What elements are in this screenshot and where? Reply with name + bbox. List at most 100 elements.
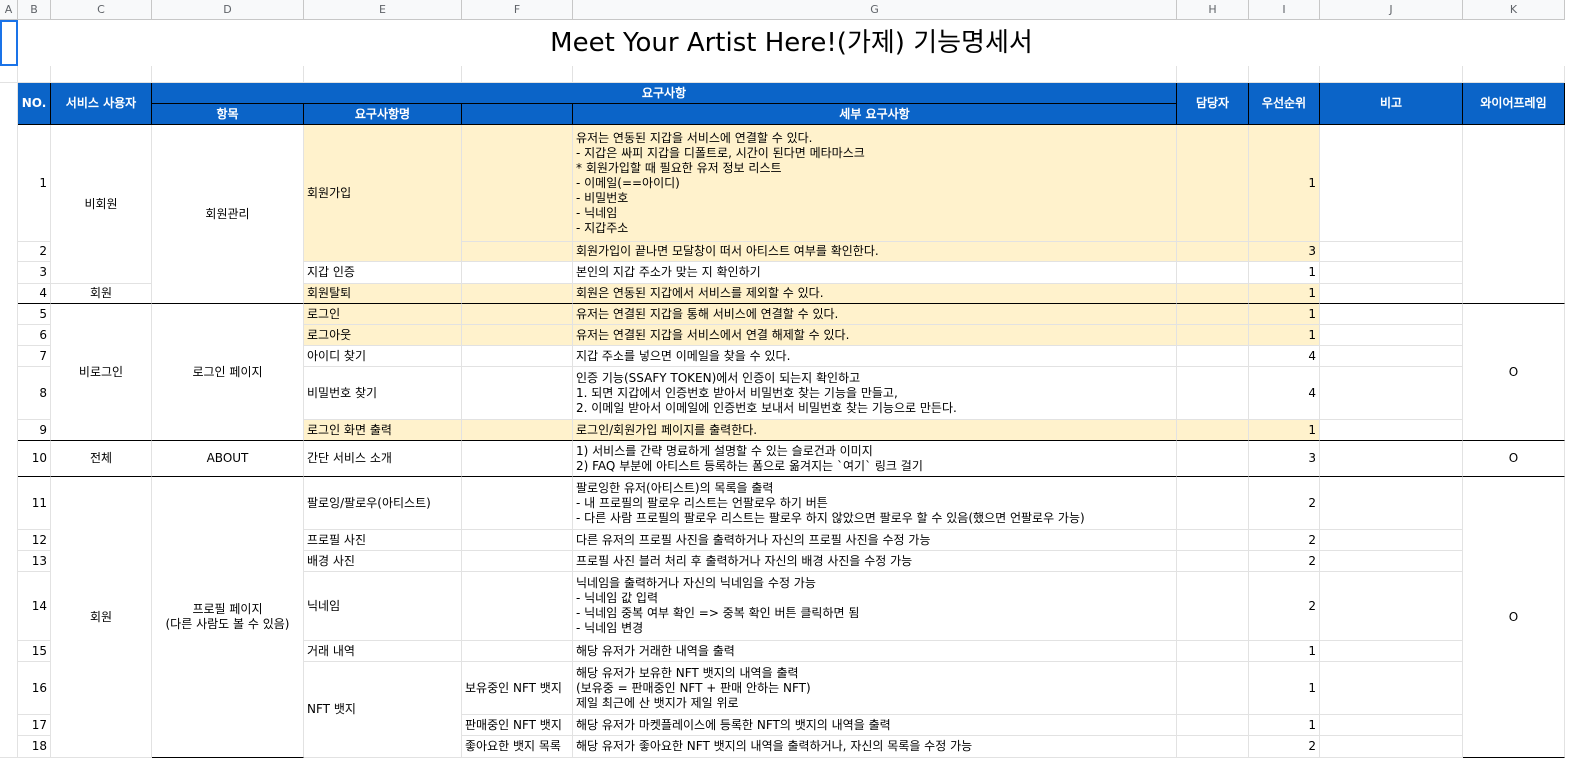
requirement-sub-name[interactable]: 좋아요한 뱃지 목록: [462, 736, 573, 758]
requirement-name[interactable]: 배경 사진: [304, 551, 462, 572]
requirement-detail[interactable]: 해당 유저가 거래한 내역을 출력: [573, 641, 1177, 662]
priority-cell[interactable]: 1: [1249, 641, 1320, 662]
row-number[interactable]: 7: [18, 346, 51, 367]
priority-cell[interactable]: 1: [1249, 284, 1320, 304]
requirement-name[interactable]: 아이디 찾기: [304, 346, 462, 367]
requirement-name[interactable]: 로그아웃: [304, 325, 462, 346]
row-number[interactable]: 10: [18, 441, 51, 477]
requirement-sub-name[interactable]: [462, 551, 573, 572]
note-cell[interactable]: [1320, 736, 1463, 758]
empty-cell[interactable]: [0, 66, 18, 83]
wireframe-cell[interactable]: O: [1463, 441, 1565, 477]
requirement-detail[interactable]: 해당 유저가 마켓플레이스에 등록한 NFT의 뱃지의 내역을 출력: [573, 715, 1177, 736]
requirement-name[interactable]: 프로필 사진: [304, 530, 462, 551]
note-cell[interactable]: [1320, 367, 1463, 420]
requirement-sub-name[interactable]: 보유중인 NFT 뱃지: [462, 662, 573, 715]
requirement-name[interactable]: 지갑 인증: [304, 262, 462, 284]
requirement-detail[interactable]: 회원가입이 끝나면 모달창이 떠서 아티스트 여부를 확인한다.: [573, 242, 1177, 262]
active-cell-a2[interactable]: [0, 20, 18, 66]
requirement-name[interactable]: 회원가입: [304, 125, 462, 262]
owner-cell[interactable]: [1177, 367, 1249, 420]
owner-cell[interactable]: [1177, 736, 1249, 758]
row-number[interactable]: 3: [18, 262, 51, 284]
requirement-sub-name[interactable]: [462, 284, 573, 304]
note-cell[interactable]: [1320, 572, 1463, 641]
row-number[interactable]: 12: [18, 530, 51, 551]
requirement-detail[interactable]: 1) 서비스를 간략 명료하게 설명할 수 있는 슬로건과 이미지 2) FAQ…: [573, 441, 1177, 477]
requirement-detail[interactable]: 닉네임을 출력하거나 자신의 닉네임을 수정 가능 - 닉네임 값 입력 - 닉…: [573, 572, 1177, 641]
priority-cell[interactable]: 2: [1249, 572, 1320, 641]
requirement-sub-name[interactable]: [462, 304, 573, 325]
owner-cell[interactable]: [1177, 530, 1249, 551]
requirement-sub-name[interactable]: [462, 325, 573, 346]
requirement-name[interactable]: 로그인: [304, 304, 462, 325]
note-cell[interactable]: [1320, 262, 1463, 284]
requirement-name[interactable]: 로그인 화면 출력: [304, 420, 462, 441]
row-number[interactable]: 11: [18, 477, 51, 530]
service-user-cell[interactable]: 비회원: [51, 125, 152, 284]
note-cell[interactable]: [1320, 641, 1463, 662]
priority-cell[interactable]: 2: [1249, 530, 1320, 551]
owner-cell[interactable]: [1177, 125, 1249, 242]
priority-cell[interactable]: 1: [1249, 262, 1320, 284]
owner-cell[interactable]: [1177, 346, 1249, 367]
owner-cell[interactable]: [1177, 304, 1249, 325]
empty-cell[interactable]: [573, 66, 1177, 83]
owner-cell[interactable]: [1177, 242, 1249, 262]
row-number[interactable]: 18: [18, 736, 51, 758]
column-header-f[interactable]: F: [462, 0, 573, 20]
column-header-d[interactable]: D: [152, 0, 304, 20]
note-cell[interactable]: [1320, 242, 1463, 262]
owner-cell[interactable]: [1177, 420, 1249, 441]
requirement-detail[interactable]: 지갑 주소를 넣으면 이메일을 찾을 수 있다.: [573, 346, 1177, 367]
column-header-e[interactable]: E: [304, 0, 462, 20]
requirement-sub-name[interactable]: [462, 367, 573, 420]
row-number[interactable]: 17: [18, 715, 51, 736]
item-cell-empty[interactable]: [152, 284, 304, 304]
service-user-cell[interactable]: 전체: [51, 441, 152, 477]
column-header-i[interactable]: I: [1249, 0, 1320, 20]
note-cell[interactable]: [1320, 662, 1463, 715]
owner-cell[interactable]: [1177, 284, 1249, 304]
priority-cell[interactable]: 3: [1249, 242, 1320, 262]
requirement-detail[interactable]: 유저는 연결된 지갑을 통해 서비스에 연결할 수 있다.: [573, 304, 1177, 325]
empty-cell[interactable]: [1320, 66, 1463, 83]
item-cell[interactable]: 회원관리: [152, 125, 304, 304]
note-cell[interactable]: [1320, 551, 1463, 572]
priority-cell[interactable]: 1: [1249, 662, 1320, 715]
row-number[interactable]: 14: [18, 572, 51, 641]
requirement-name[interactable]: NFT 뱃지: [304, 662, 462, 758]
owner-cell[interactable]: [1177, 572, 1249, 641]
requirement-sub-name[interactable]: [462, 125, 573, 242]
requirement-name[interactable]: 간단 서비스 소개: [304, 441, 462, 477]
requirement-sub-name[interactable]: [462, 441, 573, 477]
note-cell[interactable]: [1320, 346, 1463, 367]
column-header-a[interactable]: A: [0, 0, 18, 20]
note-cell[interactable]: [1320, 284, 1463, 304]
service-user-cell[interactable]: 회원: [51, 284, 152, 304]
empty-cell[interactable]: [18, 66, 51, 83]
column-header-c[interactable]: C: [51, 0, 152, 20]
priority-cell[interactable]: 4: [1249, 346, 1320, 367]
note-cell[interactable]: [1320, 125, 1463, 242]
owner-cell[interactable]: [1177, 551, 1249, 572]
row-number[interactable]: 5: [18, 304, 51, 325]
requirement-sub-name[interactable]: [462, 477, 573, 530]
row-number[interactable]: 16: [18, 662, 51, 715]
requirement-detail[interactable]: 유저는 연동된 지갑을 서비스에 연결할 수 있다. - 지갑은 싸피 지갑을 …: [573, 125, 1177, 242]
column-header-h[interactable]: H: [1177, 0, 1249, 20]
empty-cell[interactable]: [1177, 66, 1249, 83]
requirement-sub-name[interactable]: [462, 530, 573, 551]
priority-cell[interactable]: 3: [1249, 441, 1320, 477]
note-cell[interactable]: [1320, 420, 1463, 441]
empty-cell[interactable]: [1463, 66, 1565, 83]
requirement-sub-name[interactable]: [462, 346, 573, 367]
priority-cell[interactable]: 2: [1249, 736, 1320, 758]
requirement-sub-name[interactable]: [462, 641, 573, 662]
requirement-sub-name[interactable]: 판매중인 NFT 뱃지: [462, 715, 573, 736]
priority-cell[interactable]: 1: [1249, 325, 1320, 346]
owner-cell[interactable]: [1177, 715, 1249, 736]
requirement-detail[interactable]: 프로필 사진 블러 처리 후 출력하거나 자신의 배경 사진을 수정 가능: [573, 551, 1177, 572]
requirement-sub-name[interactable]: [462, 420, 573, 441]
note-cell[interactable]: [1320, 304, 1463, 325]
